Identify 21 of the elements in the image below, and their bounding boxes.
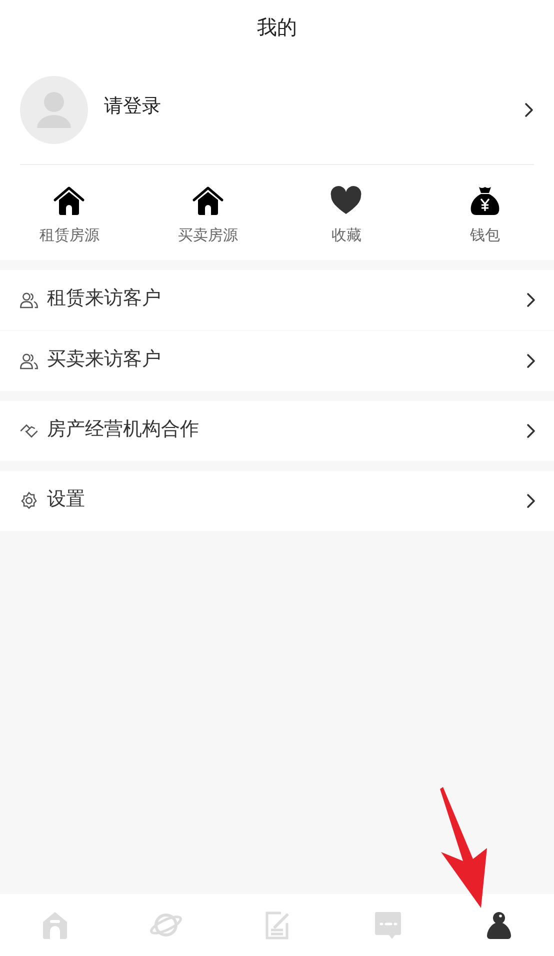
login-row[interactable]: 请登录 <box>0 56 554 164</box>
chevron-right-icon <box>526 292 536 308</box>
house-icon <box>53 185 86 217</box>
menu-row[interactable]: 房产经营机构合作 <box>0 400 554 460</box>
money-bag-icon <box>468 185 501 217</box>
shortcut-button[interactable]: 租赁房源 <box>0 185 138 248</box>
shortcut-button[interactable]: 买卖房源 <box>138 185 277 248</box>
menu-row[interactable]: 买卖来访客户 <box>0 330 554 390</box>
heart-icon <box>330 185 362 217</box>
menu-row[interactable]: 设置 <box>0 470 554 530</box>
page-title: 我的 <box>257 16 297 41</box>
chevron-right-icon <box>526 422 536 438</box>
shortcut-button[interactable]: 收藏 <box>277 185 416 248</box>
chevron-right-icon <box>526 492 536 508</box>
shortcut-button[interactable]: 钱包 <box>416 185 554 248</box>
avatar-icon <box>20 76 88 144</box>
house-icon <box>192 185 224 217</box>
chevron-right-icon <box>524 102 534 118</box>
menu-row[interactable]: 租赁来访客户 <box>0 270 554 330</box>
gear-icon <box>19 490 39 510</box>
chevron-right-icon <box>526 352 536 368</box>
